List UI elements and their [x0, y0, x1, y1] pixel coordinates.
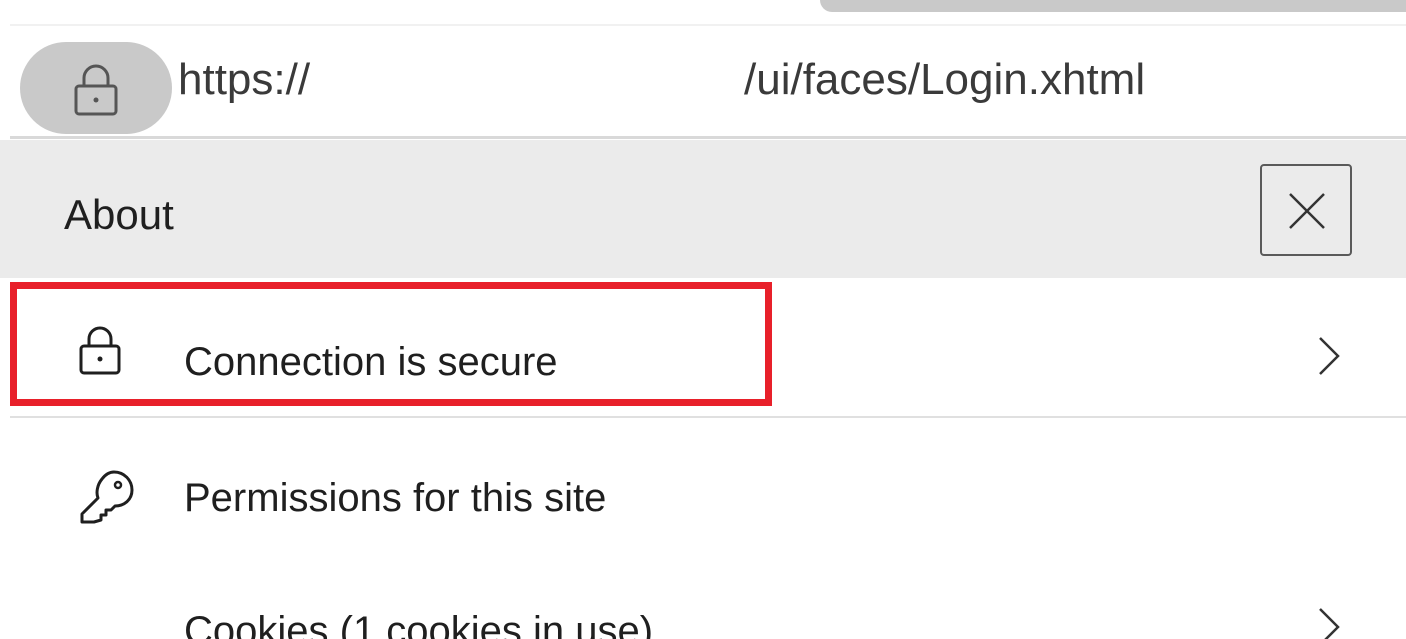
- site-info-page: https:// /ui/faces/Login.xhtml About Con…: [0, 0, 1406, 639]
- site-permissions-item[interactable]: Permissions for this site: [0, 430, 1406, 562]
- panel-header: About: [0, 140, 1406, 278]
- url-scheme[interactable]: https://: [178, 58, 310, 102]
- address-bar[interactable]: https:// /ui/faces/Login.xhtml: [10, 24, 1406, 134]
- key-icon: [80, 470, 134, 524]
- panel-title: About: [64, 191, 174, 238]
- lock-icon: [74, 64, 118, 116]
- cookies-item[interactable]: Cookies (1 cookies in use): [0, 575, 1406, 639]
- lock-icon: [79, 326, 121, 375]
- chevron-right-icon: [1319, 337, 1340, 375]
- site-permissions-label: Permissions for this site: [184, 476, 607, 520]
- url-path[interactable]: /ui/faces/Login.xhtml: [744, 58, 1145, 102]
- connection-security-label: Connection is secure: [184, 340, 558, 384]
- tab-strip-shadow: [820, 0, 1406, 12]
- chevron-right-icon: [1319, 608, 1340, 639]
- close-icon: [1289, 193, 1325, 229]
- site-info-button[interactable]: [20, 42, 172, 134]
- close-button[interactable]: [1260, 164, 1352, 256]
- connection-security-item[interactable]: Connection is secure: [0, 278, 1406, 414]
- address-divider: [10, 136, 1406, 139]
- cookies-label: Cookies (1 cookies in use): [184, 609, 654, 639]
- row-divider: [10, 416, 1406, 418]
